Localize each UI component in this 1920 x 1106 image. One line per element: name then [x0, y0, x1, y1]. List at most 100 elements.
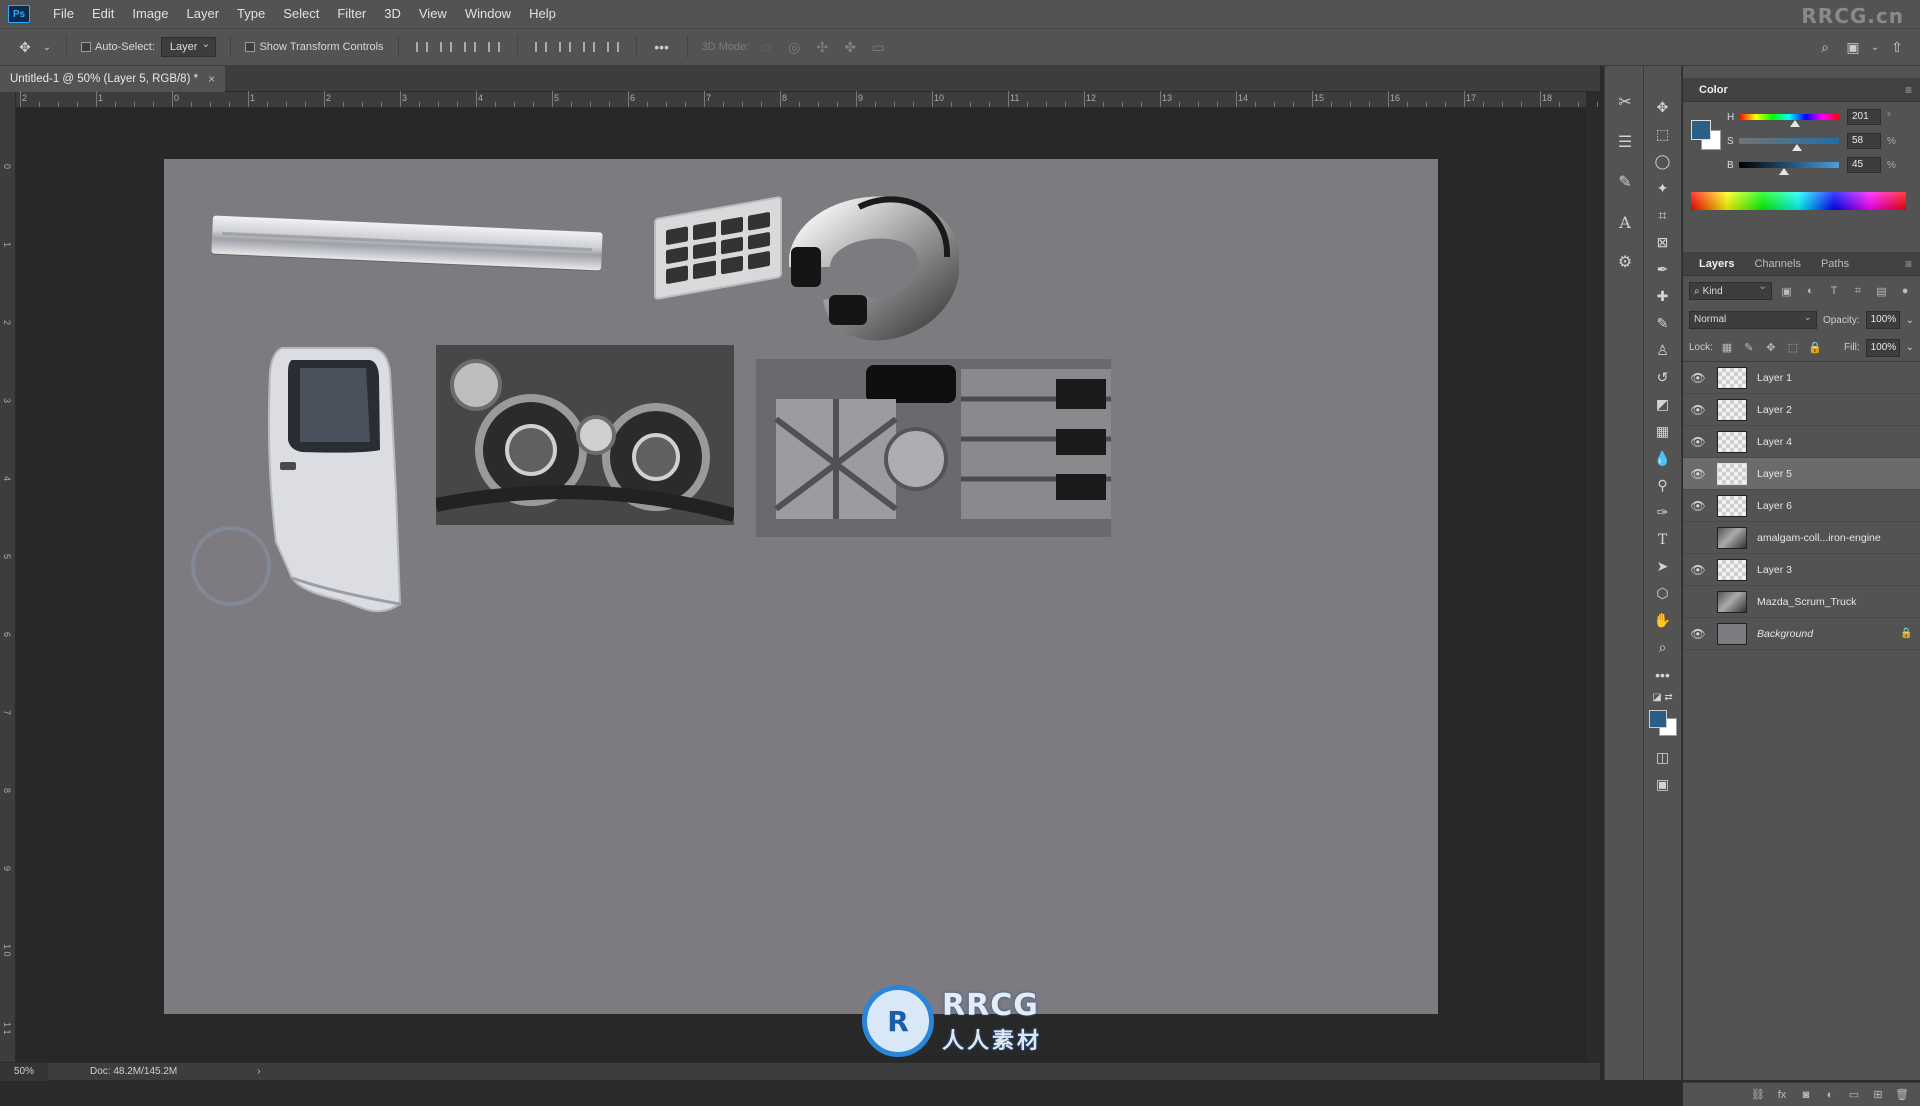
workspace-icon[interactable]: ▣	[1842, 36, 1864, 58]
tab-paths[interactable]: Paths	[1813, 258, 1857, 270]
shape-filter-icon[interactable]: ⌗	[1849, 282, 1867, 300]
align-middle-icon[interactable]	[556, 38, 574, 56]
brush-settings-icon[interactable]: ✎	[1605, 162, 1645, 202]
saturation-slider[interactable]	[1739, 138, 1839, 151]
screen-mode-icon[interactable]: ▣	[1648, 771, 1678, 798]
checkbox-icon[interactable]	[81, 42, 91, 52]
blur-tool-icon[interactable]: 💧	[1648, 445, 1678, 472]
chevron-down-icon[interactable]: ⌄	[1906, 342, 1914, 353]
foreground-color-chip[interactable]	[1691, 120, 1711, 140]
filter-toggle-icon[interactable]: ●	[1896, 282, 1914, 300]
more-tools-icon[interactable]: •••	[1648, 661, 1678, 688]
magic-wand-tool-icon[interactable]: ✦	[1648, 175, 1678, 202]
pen-tool-icon[interactable]: ✑	[1648, 499, 1678, 526]
checkbox-icon[interactable]	[245, 42, 256, 52]
marquee-tool-icon[interactable]: ⬚	[1648, 121, 1678, 148]
orbit-3d-icon[interactable]: ◌	[755, 36, 777, 58]
hue-slider-thumb[interactable]	[1790, 120, 1800, 127]
layer-name[interactable]: amalgam-coll...iron-engine	[1757, 532, 1920, 544]
truck-door-layer-image[interactable]	[262, 342, 407, 617]
color-panel-swatches[interactable]	[1691, 120, 1725, 154]
adjustments-panel-icon[interactable]: ☰	[1605, 122, 1645, 162]
align-right-icon[interactable]	[461, 38, 479, 56]
show-transform-checkbox[interactable]: Show Transform Controls	[245, 41, 384, 53]
close-icon[interactable]: ×	[208, 72, 215, 86]
roll-3d-icon[interactable]: ◎	[783, 36, 805, 58]
color-spectrum[interactable]	[1691, 192, 1906, 210]
blend-mode-dropdown[interactable]: Normal	[1689, 310, 1817, 329]
more-horizontal-icon[interactable]: •••	[651, 36, 673, 58]
healing-tool-icon[interactable]: ✚	[1648, 283, 1678, 310]
menu-layer[interactable]: Layer	[178, 0, 229, 28]
menu-filter[interactable]: Filter	[328, 0, 375, 28]
layer-name[interactable]: Layer 5	[1757, 468, 1920, 480]
eyedropper-tool-icon[interactable]: ✒	[1648, 256, 1678, 283]
fill-input[interactable]: 100%	[1865, 338, 1900, 357]
align-top-icon[interactable]	[532, 38, 550, 56]
eye-icon[interactable]: 👁	[1689, 625, 1707, 643]
layer-name[interactable]: Layer 3	[1757, 564, 1920, 576]
color-swatches[interactable]	[1648, 710, 1677, 736]
stamp-tool-icon[interactable]: ♙	[1648, 337, 1678, 364]
align-left-icon[interactable]	[413, 38, 431, 56]
add-mask-icon[interactable]: ◙	[1798, 1089, 1814, 1101]
zoom-level[interactable]: 50%	[0, 1062, 48, 1081]
eye-icon[interactable]: 👁	[1689, 497, 1707, 515]
grille-layer-image[interactable]	[654, 195, 782, 301]
link-layers-icon[interactable]: ⛓	[1750, 1088, 1766, 1101]
hue-slider[interactable]	[1739, 114, 1839, 127]
quick-mask-icon[interactable]: ◫	[1648, 744, 1678, 771]
tools-panel-icon[interactable]: ✂	[1605, 82, 1645, 122]
shape-tool-icon[interactable]: ⬡	[1648, 580, 1678, 607]
ruler-horizontal[interactable]: 2 1 0 1 2 3 4 5 6 7 8 9 10 11 12 13 14 15 16 17 18	[16, 91, 1598, 108]
intake-pipe-layer-image[interactable]	[789, 187, 959, 347]
chevron-down-icon[interactable]: ⌄	[42, 36, 52, 58]
align-bottom-icon[interactable]	[580, 38, 598, 56]
lasso-tool-icon[interactable]: ◯	[1648, 148, 1678, 175]
crop-tool-icon[interactable]: ⌗	[1648, 202, 1678, 229]
eye-icon[interactable]: 👁	[1689, 433, 1707, 451]
saturation-value[interactable]: 58	[1847, 133, 1881, 149]
layer-style-icon[interactable]: fx	[1774, 1089, 1790, 1101]
eye-icon[interactable]: 👁	[1689, 401, 1707, 419]
canvas-workspace[interactable]	[16, 108, 1586, 1062]
chevron-down-icon[interactable]: ⌄	[1906, 315, 1914, 326]
layer-row[interactable]: 👁 Layer 3	[1683, 554, 1920, 586]
auto-select-target-dropdown[interactable]: Layer	[160, 35, 217, 57]
layer-row[interactable]: 👁 Layer 4	[1683, 426, 1920, 458]
layer-name[interactable]: Layer 2	[1757, 404, 1920, 416]
rail-layer-image[interactable]	[211, 215, 603, 271]
engine-block-layer-image[interactable]	[756, 359, 1111, 537]
pixel-filter-icon[interactable]: ▣	[1778, 282, 1796, 300]
lock-transparent-icon[interactable]: ▦	[1719, 340, 1735, 356]
brightness-value[interactable]: 45	[1847, 157, 1881, 173]
delete-layer-icon[interactable]: 🗑	[1894, 1088, 1910, 1101]
layer-name[interactable]: Layer 4	[1757, 436, 1920, 448]
brightness-slider-thumb[interactable]	[1779, 168, 1789, 175]
layer-row[interactable]: 👁 Background 🔒	[1683, 618, 1920, 650]
default-colors-icon[interactable]: ◪ ⇄	[1648, 688, 1678, 706]
eye-icon[interactable]: 👁	[1689, 465, 1707, 483]
eye-hidden-icon[interactable]: 👁	[1689, 529, 1707, 547]
slide-3d-icon[interactable]: ✤	[839, 36, 861, 58]
document-tab[interactable]: Untitled-1 @ 50% (Layer 5, RGB/8) * ×	[0, 66, 226, 92]
layer-row-selected[interactable]: 👁 Layer 5	[1683, 458, 1920, 490]
menu-edit[interactable]: Edit	[83, 0, 123, 28]
layer-name[interactable]: Layer 6	[1757, 500, 1920, 512]
tab-color[interactable]: Color	[1691, 84, 1736, 96]
frame-tool-icon[interactable]: ⊠	[1648, 229, 1678, 256]
eye-hidden-icon[interactable]: 👁	[1689, 593, 1707, 611]
lock-all-icon[interactable]: 🔒	[1807, 340, 1823, 356]
new-layer-icon[interactable]: ⊞	[1870, 1088, 1886, 1101]
history-brush-tool-icon[interactable]: ↺	[1648, 364, 1678, 391]
lock-position-icon[interactable]: ✥	[1763, 340, 1779, 356]
distribute-vertical-icon[interactable]	[604, 38, 622, 56]
properties-panel-icon[interactable]: ⚙	[1605, 242, 1645, 282]
menu-3d[interactable]: 3D	[375, 0, 410, 28]
menu-help[interactable]: Help	[520, 0, 565, 28]
pan-3d-icon[interactable]: ✣	[811, 36, 833, 58]
tab-channels[interactable]: Channels	[1746, 258, 1808, 270]
menu-file[interactable]: File	[44, 0, 83, 28]
layer-row[interactable]: 👁 Mazda_Scrum_Truck	[1683, 586, 1920, 618]
saturation-slider-thumb[interactable]	[1792, 144, 1802, 151]
